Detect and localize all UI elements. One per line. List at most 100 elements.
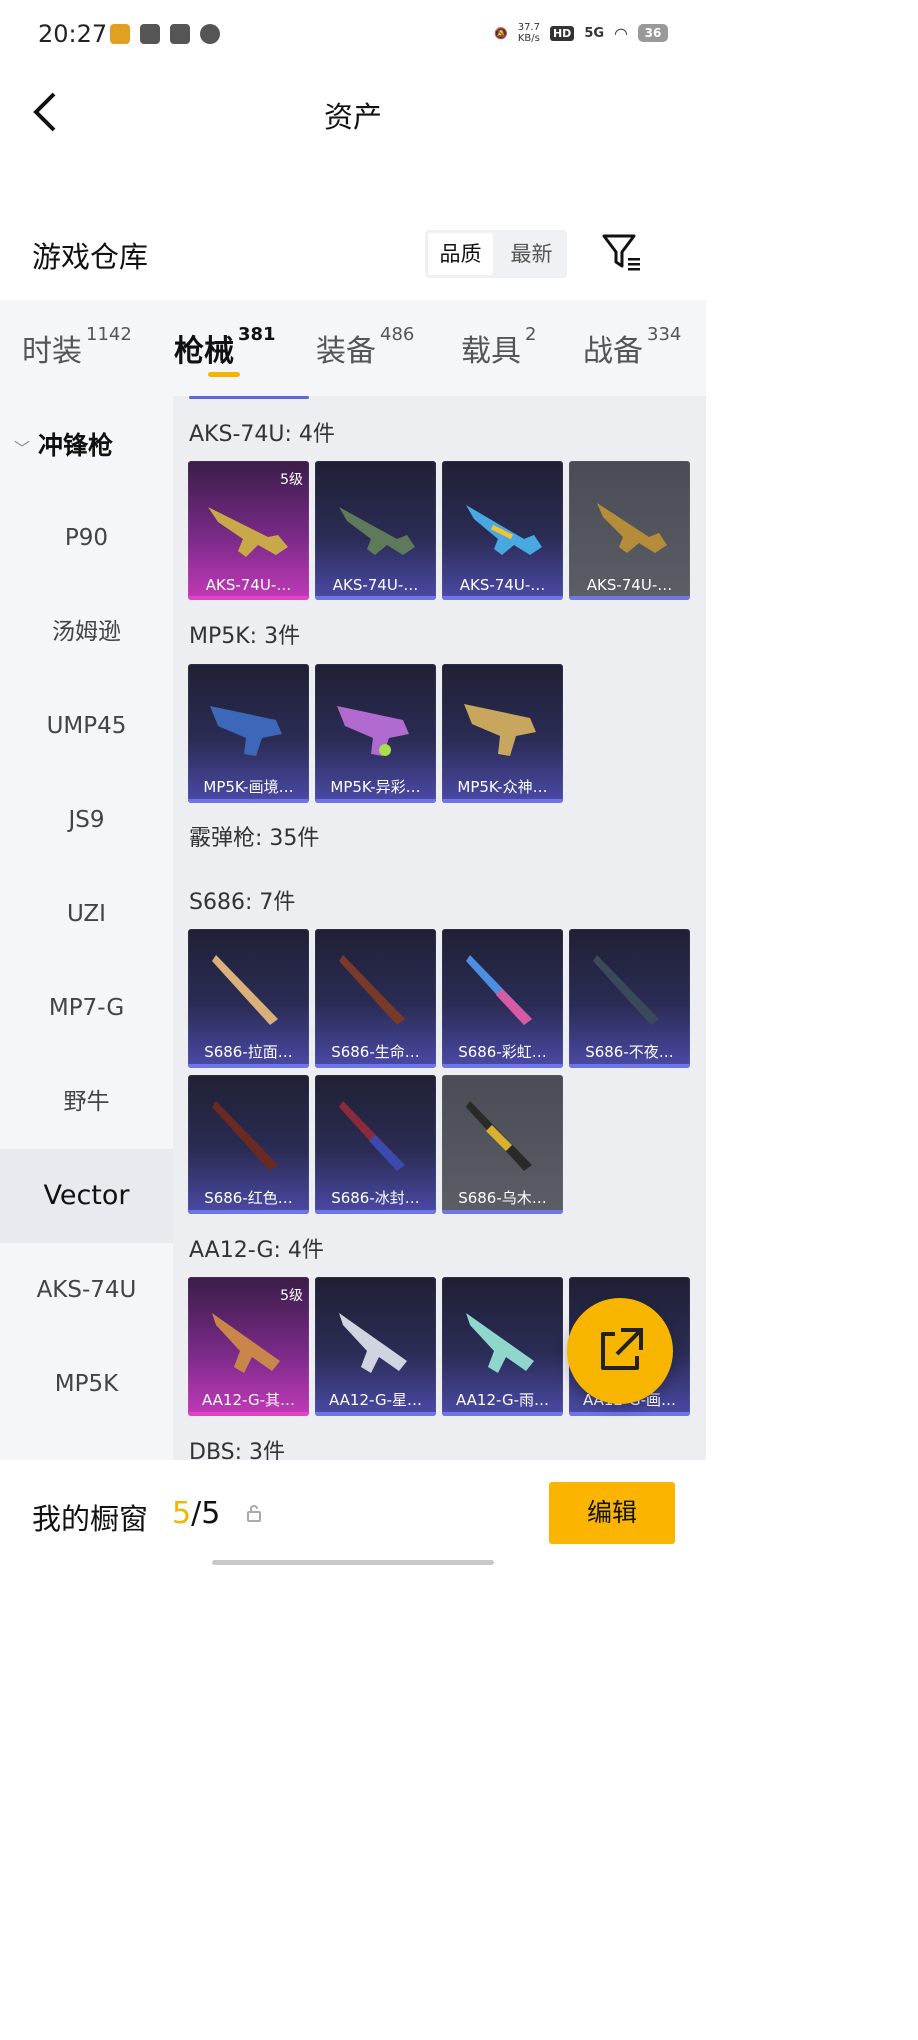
weapon-card[interactable]: AA12-G-雨… <box>442 1277 563 1416</box>
weapon-card[interactable]: 5级 AA12-G-其… <box>188 1277 309 1416</box>
rarity-bar <box>315 799 436 803</box>
weapon-image-icon <box>339 955 405 1025</box>
rarity-bar <box>315 596 436 600</box>
app-notification-icon <box>140 24 160 44</box>
category-title-dbs: DBS: 3件 <box>189 1440 286 1460</box>
sort-quality-button[interactable]: 品质 <box>428 233 493 275</box>
network-type: 5G <box>584 25 605 41</box>
rarity-bar <box>442 596 563 600</box>
weapon-image-icon <box>212 1313 280 1373</box>
weapon-name: MP5K-异彩… <box>330 778 421 796</box>
tab-equipment[interactable]: 装备 486 <box>316 324 414 370</box>
weapon-image-icon <box>337 706 409 756</box>
tab-weapons[interactable]: 枪械 381 <box>174 324 276 370</box>
share-button[interactable] <box>567 1298 673 1404</box>
tab-count: 381 <box>238 324 276 345</box>
weapon-image-icon <box>464 704 536 756</box>
status-bar: 20:27 🔕 37.7 KB/s HD 5G ◠ 36 <box>0 0 706 70</box>
sidebar-item-js9[interactable]: JS9 <box>0 773 173 867</box>
tab-fashion[interactable]: 时装 1142 <box>22 324 132 370</box>
sidebar-item-thompson[interactable]: 汤姆逊 <box>0 585 173 679</box>
weapon-card[interactable]: AKS-74U-… <box>569 461 690 600</box>
weapon-card[interactable]: 5级 AKS-74U-… <box>188 461 309 600</box>
weapon-image-icon <box>339 1313 407 1373</box>
sort-toggle: 品质 最新 <box>425 230 567 278</box>
sidebar-group-label: 冲锋枪 <box>38 431 114 460</box>
weapon-image-icon <box>466 505 542 555</box>
weapon-card[interactable]: S686-红色… <box>188 1075 309 1214</box>
weapon-type-sidebar: ﹀ 冲锋枪 P90 汤姆逊 UMP45 JS9 UZI MP7-G 野牛 Vect… <box>0 396 173 1460</box>
level-badge: 5级 <box>280 1288 303 1304</box>
category-title-aks74u: AKS-74U: 4件 <box>189 422 335 447</box>
weapon-card[interactable]: MP5K-众神… <box>442 664 563 803</box>
rarity-bar <box>188 1064 309 1068</box>
sort-newest-button[interactable]: 最新 <box>499 233 564 275</box>
weapon-card[interactable]: S686-生命… <box>315 929 436 1068</box>
weapon-image-icon <box>339 1101 405 1171</box>
category-title-mp5k: MP5K: 3件 <box>189 624 301 649</box>
home-indicator[interactable] <box>212 1560 494 1565</box>
weapon-name: AKS-74U-… <box>459 576 546 594</box>
sidebar-item-mp5k[interactable]: MP5K <box>0 1337 173 1431</box>
tab-label: 枪械 <box>174 334 234 369</box>
weapon-name: S686-红色… <box>204 1189 293 1207</box>
sidebar-item-aks74u[interactable]: AKS-74U <box>0 1243 173 1337</box>
sidebar-group-smg[interactable]: ﹀ 冲锋枪 <box>14 426 113 462</box>
weapon-card[interactable]: S686-冰封… <box>315 1075 436 1214</box>
tab-gear[interactable]: 战备 334 <box>583 324 682 370</box>
showcase-label: 我的橱窗 <box>32 1502 149 1536</box>
rarity-bar <box>442 1412 563 1416</box>
rarity-bar <box>569 1064 690 1068</box>
wifi-icon: ◠ <box>614 23 628 43</box>
weapon-card[interactable]: S686-拉面… <box>188 929 309 1068</box>
weapon-image-icon <box>208 507 288 557</box>
sidebar-item-vector[interactable]: Vector <box>0 1149 173 1243</box>
notification-icons <box>110 24 220 44</box>
category-title-aa12g: AA12-G: 4件 <box>189 1238 324 1263</box>
page-title: 资产 <box>323 100 382 134</box>
weapon-image-icon <box>212 955 278 1025</box>
weapon-card[interactable]: S686-彩虹… <box>442 929 563 1068</box>
showcase-count: 5/5 <box>172 1496 220 1531</box>
weapon-card[interactable]: AKS-74U-… <box>315 461 436 600</box>
message-icon <box>170 24 190 44</box>
tab-vehicles[interactable]: 载具 2 <box>461 324 537 370</box>
shield-icon <box>200 24 220 44</box>
app-header: 资产 <box>0 70 706 150</box>
weapon-name: S686-不夜… <box>585 1043 674 1061</box>
sidebar-item-bizon[interactable]: 野牛 <box>0 1055 173 1149</box>
sidebar-item-uzi[interactable]: UZI <box>0 867 173 961</box>
edit-button[interactable]: 编辑 <box>549 1482 675 1544</box>
sidebar-item-mp7g[interactable]: MP7-G <box>0 961 173 1055</box>
showcase-bar: 我的橱窗 5/5 编辑 <box>0 1460 706 1568</box>
level-badge: 5级 <box>280 472 303 488</box>
rarity-bar <box>569 1412 690 1416</box>
filter-icon[interactable] <box>600 232 644 272</box>
rarity-bar <box>315 1064 436 1068</box>
battery-icon: 36 <box>638 24 668 42</box>
tab-label: 装备 <box>316 334 376 369</box>
sidebar-item-ump45[interactable]: UMP45 <box>0 679 173 773</box>
weapon-name: AA12-G-星… <box>328 1391 423 1409</box>
rarity-bar <box>188 799 309 803</box>
weapon-card[interactable]: S686-乌木… <box>442 1075 563 1214</box>
rarity-bar <box>442 1210 563 1214</box>
weapon-card[interactable]: AA12-G-星… <box>315 1277 436 1416</box>
chevron-down-icon: ﹀ <box>14 439 31 458</box>
tab-count: 334 <box>647 324 682 345</box>
tab-count: 2 <box>525 324 537 345</box>
tab-label: 载具 <box>461 334 521 369</box>
weapon-card[interactable]: S686-不夜… <box>569 929 690 1068</box>
tab-label: 时装 <box>22 334 82 369</box>
weapon-name: AA12-G-雨… <box>455 1391 550 1409</box>
scroll-accent <box>189 396 309 399</box>
weapon-name: AKS-74U-… <box>332 576 419 594</box>
weapon-card[interactable]: MP5K-画境… <box>188 664 309 803</box>
rarity-bar <box>315 1412 436 1416</box>
speed-value: 37.7 <box>517 22 540 33</box>
sidebar-item-p90[interactable]: P90 <box>0 491 173 585</box>
weapon-name: S686-拉面… <box>204 1043 293 1061</box>
weapon-card[interactable]: MP5K-异彩… <box>315 664 436 803</box>
weapon-card[interactable]: AKS-74U-… <box>442 461 563 600</box>
status-time: 20:27 <box>38 20 108 48</box>
